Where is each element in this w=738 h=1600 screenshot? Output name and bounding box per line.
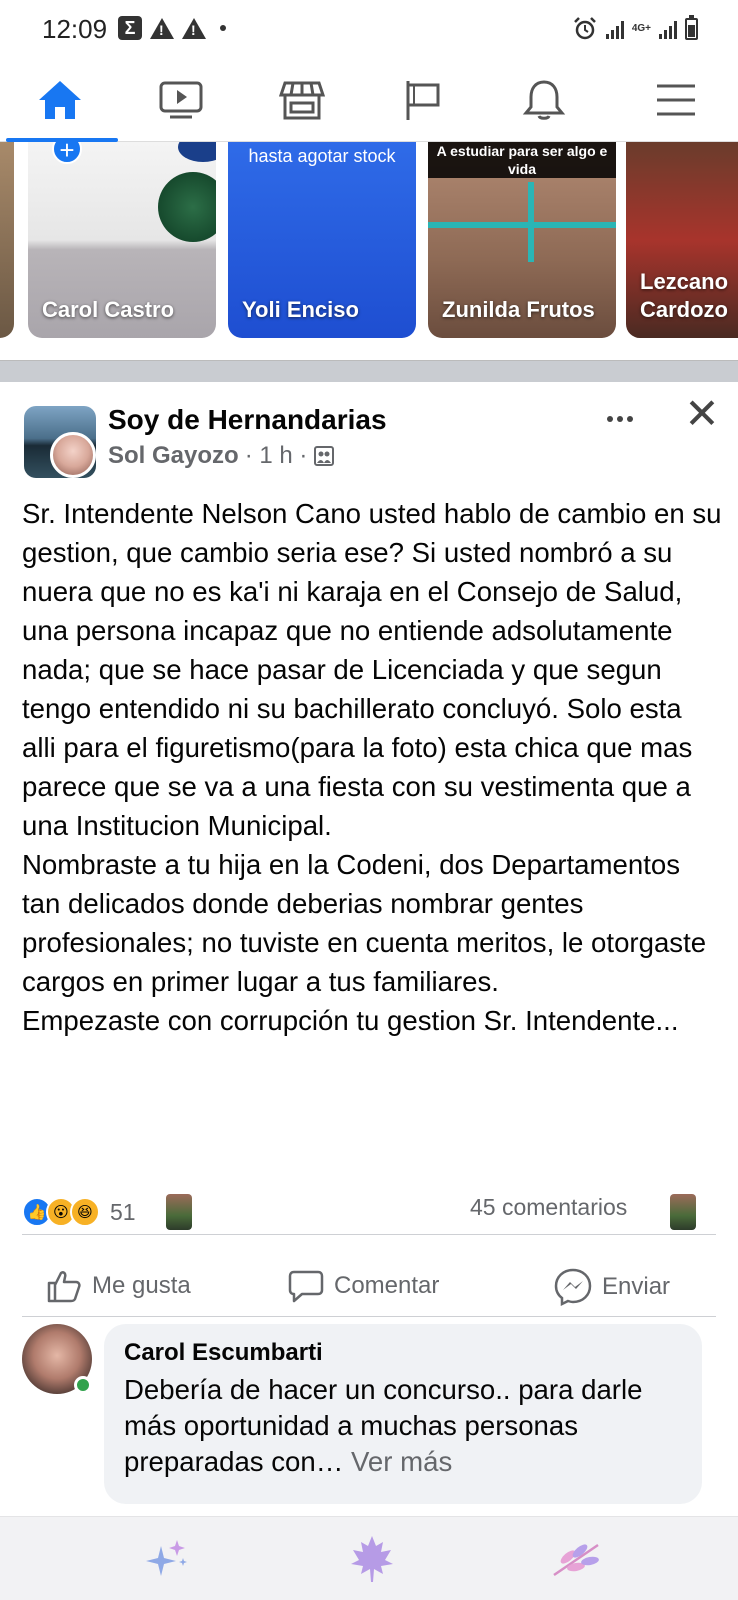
more-options-icon[interactable] (600, 404, 640, 434)
see-more-link[interactable]: Ver más (351, 1446, 452, 1477)
maple-leaf-icon (351, 1536, 393, 1582)
reaction-count: 51 (110, 1198, 136, 1225)
home-icon (39, 81, 81, 119)
comment-icon (288, 1270, 324, 1303)
group-avatar[interactable] (24, 406, 96, 478)
group-privacy-icon (314, 446, 335, 466)
comment-text: Debería de hacer un concurso.. para darl… (124, 1372, 682, 1480)
send-button[interactable]: Enviar (554, 1268, 670, 1306)
online-status-icon (74, 1376, 92, 1394)
nav-pages[interactable] (393, 74, 453, 126)
story-card[interactable] (0, 142, 14, 338)
nav-home[interactable] (30, 74, 90, 126)
story-caption: hasta agotar stock (248, 146, 396, 166)
comment-label: Comentar (334, 1272, 440, 1299)
network-type: 4G+ (631, 23, 651, 34)
flag-icon (406, 81, 440, 120)
send-label: Enviar (602, 1273, 671, 1300)
post-author[interactable]: Sol Gayozo (108, 442, 239, 470)
story-image (158, 172, 216, 242)
sparkle-icon (146, 1540, 187, 1576)
close-icon[interactable]: ✕ (684, 393, 720, 435)
battery-icon (685, 15, 698, 40)
post-text: Sr. Intendente Nelson Cano usted hablo d… (22, 498, 722, 1036)
alarm-icon (573, 17, 596, 40)
bottom-bar (0, 1516, 738, 1600)
signal-icon (659, 19, 677, 39)
branch-button[interactable] (546, 1533, 606, 1585)
story-name: Carol Castro (42, 297, 175, 322)
haha-reaction-icon: 😆 (70, 1197, 100, 1227)
post: Soy de Hernandarias Sol Gayozo · 1 h · ✕… (0, 382, 738, 1516)
story-image (528, 182, 534, 262)
nav-notifications[interactable] (514, 74, 574, 126)
reactor-avatar (165, 1194, 192, 1230)
bell-icon (522, 80, 566, 120)
like-button[interactable]: Me gusta (46, 1268, 191, 1304)
story-name: Lezcano Cardozo (640, 269, 729, 322)
comment-bubble[interactable]: Carol Escumbarti Debería de hacer un con… (104, 1324, 702, 1504)
nav-menu[interactable] (646, 74, 706, 126)
post-group-name[interactable]: Soy de Hernandarias (108, 404, 387, 436)
story-name: Yoli Enciso (242, 297, 359, 322)
story-image (428, 222, 616, 228)
branch-icon (553, 1543, 599, 1577)
comment-author[interactable]: Carol Escumbarti (124, 1338, 682, 1368)
feed-separator (0, 360, 738, 382)
sigma-icon: Σ (118, 16, 142, 40)
leaf-button[interactable] (342, 1533, 402, 1585)
sparkle-button[interactable] (138, 1533, 198, 1585)
status-right-icons: 4G+ (572, 15, 698, 42)
warning-icon (182, 17, 206, 39)
post-actions: Me gusta Comentar Enviar (0, 1254, 738, 1316)
nav-watch[interactable] (151, 74, 211, 126)
top-navigation (0, 58, 738, 142)
status-bar: 12:09 Σ 4G+ (0, 0, 738, 58)
story-caption: A estudiar para ser algo e vida (428, 142, 616, 178)
reactions[interactable]: 👍 😮 😆 51 (22, 1192, 192, 1232)
commenter-avatar (670, 1194, 696, 1230)
nav-marketplace[interactable] (272, 74, 332, 126)
video-icon (159, 81, 203, 119)
story-name: Zunilda Frutos (442, 297, 595, 322)
comment-button[interactable]: Comentar (288, 1268, 439, 1304)
like-label: Me gusta (92, 1272, 191, 1299)
status-left-icons: Σ (118, 16, 226, 40)
story-card[interactable]: Carol Castro (28, 142, 216, 338)
warning-icon (150, 17, 174, 39)
store-icon (279, 81, 325, 120)
story-card[interactable]: hasta agotar stock Yoli Enciso (228, 142, 416, 338)
story-card[interactable]: Lezcano Cardozo (626, 142, 738, 338)
hamburger-icon (657, 84, 695, 116)
status-time: 12:09 (42, 14, 108, 44)
signal-icon (605, 19, 624, 39)
dot-icon (220, 25, 226, 31)
post-meta: Sol Gayozo · 1 h · (108, 442, 335, 470)
messenger-icon (554, 1268, 592, 1306)
post-time: · 1 h · (244, 442, 308, 469)
story-card[interactable]: A estudiar para ser algo e vida Zunilda … (428, 142, 616, 338)
comments-count[interactable]: 45 comentarios (470, 1194, 627, 1221)
stories-tray: Carol Castro + hasta agotar stock Yoli E… (0, 142, 738, 352)
author-avatar[interactable] (50, 432, 96, 478)
thumbs-up-icon (47, 1271, 81, 1303)
divider (22, 1316, 716, 1317)
divider (22, 1234, 716, 1235)
story-image (178, 142, 216, 162)
